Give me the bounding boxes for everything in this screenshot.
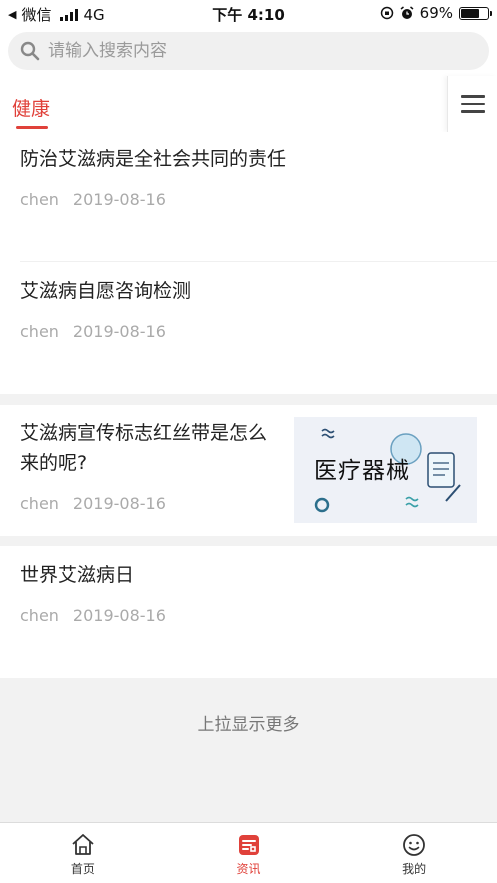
menu-icon-line: [460, 102, 485, 106]
search-icon: [20, 41, 40, 61]
menu-icon-line: [460, 95, 485, 98]
article-author: chen: [20, 494, 59, 513]
nav-news-label: 资讯: [236, 862, 261, 876]
battery-percent: 69%: [419, 4, 453, 22]
nav-mine-label: 我的: [402, 862, 427, 876]
article-title: 世界艾滋病日: [20, 564, 135, 586]
nav-home-label: 首页: [70, 862, 95, 876]
bottom-nav: 首页 资讯 我的: [0, 822, 497, 883]
article-title: 防治艾滋病是全社会共同的责任: [20, 148, 287, 170]
alarm-icon: [400, 6, 414, 19]
status-bar: ◀ 微信 4G 下午 4:10 69%: [0, 0, 497, 26]
tab-health[interactable]: 健康: [12, 94, 50, 121]
search-bar: [0, 26, 497, 76]
category-menu-button[interactable]: [447, 76, 497, 132]
article-date: 2019-08-16: [72, 606, 166, 625]
thumbnail-text: 医疗器械: [314, 458, 410, 484]
nav-home[interactable]: 首页: [0, 823, 166, 883]
article-title: 艾滋病自愿咨询检测: [20, 280, 192, 302]
article-thumbnail[interactable]: 医疗器械: [294, 417, 477, 523]
home-icon: [72, 834, 94, 855]
nav-news[interactable]: 资讯: [166, 823, 332, 883]
article-title: 艾滋病宣传标志红丝带是怎么 来的呢?: [20, 418, 267, 478]
article-date: 2019-08-16: [72, 494, 166, 513]
tab-active-indicator: [16, 126, 48, 129]
smiley-icon: [403, 834, 426, 856]
rotation-lock-icon: [380, 6, 393, 20]
article-date: 2019-08-16: [72, 322, 166, 341]
article-item[interactable]: 防治艾滋病是全社会共同的责任 chen 2019-08-16: [0, 132, 497, 262]
category-tabs: 健康: [0, 76, 497, 132]
load-more-hint: 上拉显示更多: [0, 680, 497, 822]
battery-icon: [459, 6, 492, 20]
article-title-line: 艾滋病宣传标志红丝带是怎么: [20, 422, 268, 444]
news-icon: [238, 835, 259, 855]
article-author: chen: [20, 606, 59, 625]
menu-icon-line: [460, 110, 485, 113]
article-date: 2019-08-16: [72, 190, 166, 209]
article-meta: chen 2019-08-16: [20, 322, 166, 341]
nav-mine[interactable]: 我的: [331, 823, 497, 883]
article-title-line: 来的呢?: [20, 452, 88, 474]
battery-fill: [461, 8, 479, 18]
article-meta: chen 2019-08-16: [20, 494, 166, 513]
article-meta: chen 2019-08-16: [20, 606, 166, 625]
article-item[interactable]: 世界艾滋病日 chen 2019-08-16: [0, 546, 497, 678]
search-input[interactable]: [48, 41, 448, 61]
article-meta: chen 2019-08-16: [20, 190, 166, 209]
status-right: 69%: [380, 4, 492, 22]
article-item[interactable]: 艾滋病自愿咨询检测 chen 2019-08-16: [0, 262, 497, 394]
article-author: chen: [20, 190, 59, 209]
search-box[interactable]: [8, 32, 489, 70]
article-item[interactable]: 艾滋病宣传标志红丝带是怎么 来的呢? chen 2019-08-16 医疗器械: [0, 405, 497, 536]
article-author: chen: [20, 322, 59, 341]
